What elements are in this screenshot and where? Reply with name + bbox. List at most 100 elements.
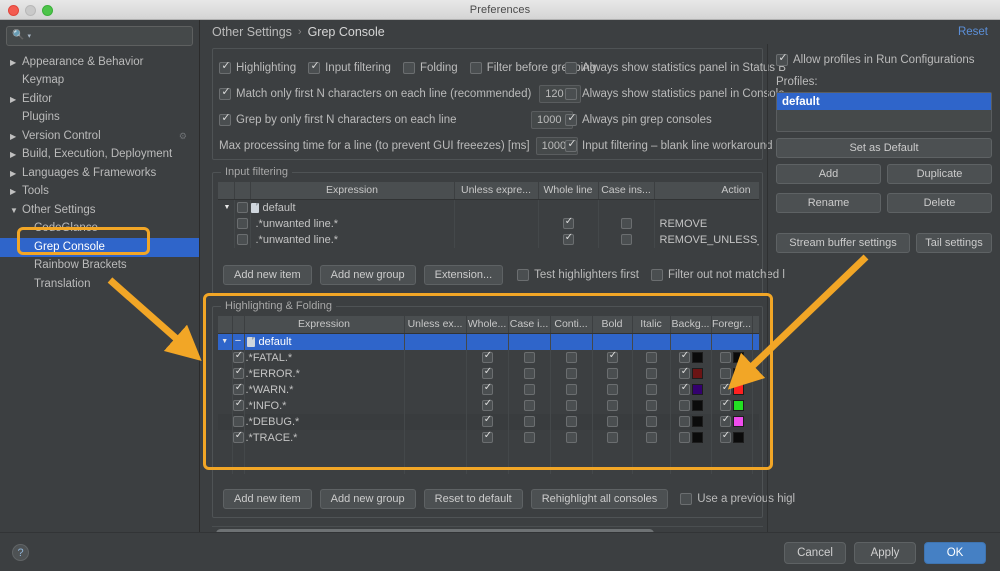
column-header[interactable]: Whole line <box>538 182 599 200</box>
chevron-right-icon[interactable]: ▶ <box>10 150 22 159</box>
table-row[interactable]: .*unwanted line.* REMOVE <box>218 215 759 232</box>
reset-link[interactable]: Reset <box>958 26 988 38</box>
cell-expression[interactable]: .*ERROR.* <box>245 366 404 382</box>
duplicate-profile-button[interactable]: Duplicate <box>887 164 992 184</box>
column-header[interactable]: Bold <box>592 316 633 334</box>
italic-checkbox[interactable] <box>645 432 657 443</box>
foreground-checkbox[interactable] <box>719 414 732 427</box>
foreground-checkbox[interactable] <box>719 398 732 411</box>
whole-line-checkbox[interactable] <box>562 232 575 245</box>
filter-before-grepping-checkbox[interactable] <box>469 62 482 74</box>
continuation-checkbox[interactable] <box>565 432 577 443</box>
bold-checkbox[interactable] <box>606 432 618 443</box>
column-header[interactable]: Foregr... <box>711 316 753 334</box>
bold-checkbox[interactable] <box>606 384 618 395</box>
cell-action[interactable] <box>655 200 760 216</box>
sidebar-item-grep-console[interactable]: Grep Console <box>0 238 199 257</box>
row-checkbox[interactable] <box>232 430 243 443</box>
case-insensitive-checkbox[interactable] <box>523 368 535 379</box>
continuation-checkbox[interactable] <box>565 384 577 395</box>
stats-console-row[interactable]: Always show statistics panel in Console <box>565 83 785 105</box>
sidebar-item-codeglance[interactable]: CodeGlance <box>0 220 199 239</box>
row-checkbox[interactable] <box>236 202 248 213</box>
hl-add-new-item-button[interactable]: Add new item <box>223 489 312 509</box>
row-checkbox[interactable] <box>232 366 243 379</box>
sidebar-item-other-settings[interactable]: ▼ Other Settings <box>0 201 199 220</box>
chevron-down-icon[interactable]: ▼ <box>220 204 233 211</box>
foreground-checkbox[interactable] <box>719 430 732 443</box>
whole-line-checkbox[interactable] <box>481 414 494 427</box>
collapse-icon[interactable]: − <box>232 336 243 347</box>
cell-action[interactable]: REMOVE_UNLESS_PREVIOUSLY_ <box>655 232 760 248</box>
column-header[interactable]: Unless ex... <box>404 316 467 334</box>
sidebar-item-version-control[interactable]: ▶ Version Control ⚙ <box>0 127 199 146</box>
column-header[interactable]: Backg... <box>670 316 712 334</box>
column-header[interactable] <box>232 316 245 334</box>
cancel-button[interactable]: Cancel <box>784 542 846 564</box>
bold-checkbox[interactable] <box>606 400 618 411</box>
cell-expression[interactable]: .*unwanted line.* <box>251 232 454 248</box>
sidebar-item-editor[interactable]: ▶ Editor <box>0 90 199 109</box>
highlighting-checkbox-row[interactable]: Highlighting <box>219 60 296 74</box>
table-row[interactable]: .*TRACE.* <box>218 429 759 446</box>
foreground-checkbox[interactable] <box>719 352 731 363</box>
background-color-swatch[interactable] <box>691 416 703 427</box>
profile-item-default[interactable]: default <box>777 93 991 110</box>
case-insensitive-checkbox[interactable] <box>523 416 535 427</box>
stats-console-checkbox[interactable] <box>565 88 577 100</box>
column-header[interactable]: Italic <box>632 316 671 334</box>
hl-add-new-group-button[interactable]: Add new group <box>319 489 416 509</box>
foreground-color-swatch[interactable] <box>732 400 744 411</box>
highlighting-checkbox[interactable] <box>219 60 232 74</box>
column-header[interactable] <box>218 182 235 200</box>
if-add-new-item-button[interactable]: Add new item <box>223 265 312 285</box>
pane-divider[interactable] <box>767 44 768 532</box>
chevron-down-icon[interactable]: ▼ <box>218 338 231 345</box>
add-profile-button[interactable]: Add <box>776 164 881 184</box>
pin-grep-consoles-checkbox[interactable] <box>565 112 578 126</box>
column-header[interactable]: Expression <box>244 316 405 334</box>
column-header[interactable]: Action <box>654 182 759 200</box>
sidebar-item-tools[interactable]: ▶ Tools <box>0 183 199 202</box>
background-checkbox[interactable] <box>678 350 691 363</box>
gear-icon[interactable]: ⚙ <box>179 131 187 142</box>
whole-line-checkbox[interactable] <box>481 366 494 379</box>
continuation-checkbox[interactable] <box>565 416 577 427</box>
bold-checkbox[interactable] <box>606 416 618 427</box>
case-insensitive-checkbox[interactable] <box>523 384 535 395</box>
sidebar-item-languages-frameworks[interactable]: ▶ Languages & Frameworks <box>0 164 199 183</box>
folding-checkbox-row[interactable]: Folding <box>402 62 458 74</box>
row-checkbox[interactable] <box>232 350 243 363</box>
sidebar-item-plugins[interactable]: Plugins <box>0 109 199 128</box>
filter-out-not-matched-row[interactable]: Filter out not matched l <box>650 269 785 281</box>
test-highlighters-first-row[interactable]: Test highlighters first <box>517 269 639 281</box>
hl-reset-to-default-button[interactable]: Reset to default <box>423 489 523 509</box>
sidebar-item-keymap[interactable]: Keymap <box>0 72 199 91</box>
continuation-checkbox[interactable] <box>565 352 577 363</box>
continuation-checkbox[interactable] <box>565 400 577 411</box>
case-insensitive-checkbox[interactable] <box>523 432 535 443</box>
column-header[interactable]: Case ins... <box>598 182 655 200</box>
row-checkbox[interactable] <box>236 234 248 245</box>
background-color-swatch[interactable] <box>691 384 703 395</box>
delete-profile-button[interactable]: Delete <box>887 193 992 213</box>
table-row[interactable]: .*INFO.* <box>218 397 759 414</box>
row-checkbox[interactable] <box>232 398 243 411</box>
chevron-down-icon[interactable]: ▾ <box>27 32 31 40</box>
cell-expression[interactable]: .*FATAL.* <box>245 350 404 366</box>
continuation-checkbox[interactable] <box>565 368 577 379</box>
foreground-color-swatch[interactable] <box>732 416 744 427</box>
input-filtering-checkbox[interactable] <box>308 60 321 74</box>
background-checkbox[interactable] <box>678 432 690 443</box>
foreground-checkbox[interactable] <box>719 368 731 379</box>
help-button[interactable]: ? <box>12 544 29 561</box>
row-checkbox[interactable] <box>232 382 243 395</box>
input-filtering-checkbox-row[interactable]: Input filtering <box>308 60 391 74</box>
set-as-default-button[interactable]: Set as Default <box>776 138 992 158</box>
search-box[interactable]: 🔍 ▾ <box>6 26 193 46</box>
table-row[interactable]: .*unwanted line.* REMOVE_UNLESS_PREVIOUSL… <box>218 231 760 248</box>
background-color-swatch[interactable] <box>691 368 703 379</box>
background-checkbox[interactable] <box>678 416 690 427</box>
foreground-color-swatch[interactable] <box>732 368 744 379</box>
whole-line-checkbox[interactable] <box>481 430 494 443</box>
